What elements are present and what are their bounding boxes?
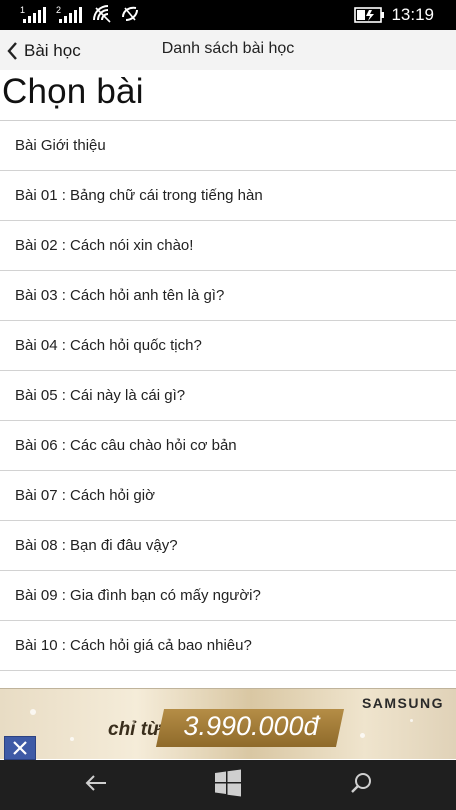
status-bar: 1 2 13:19 (0, 0, 456, 30)
list-item-lesson-10[interactable]: Bài 10 : Cách hỏi giá cả bao nhiêu? (0, 621, 456, 671)
lesson-label: Bài 04 : Cách hỏi quốc tịch? (15, 337, 202, 354)
lesson-label: Bài 02 : Cách nói xin chào! (15, 237, 194, 254)
lesson-label: Bài 03 : Cách hỏi anh tên là gì? (15, 287, 225, 304)
list-item-lesson-03[interactable]: Bài 03 : Cách hỏi anh tên là gì? (0, 271, 456, 321)
back-arrow-icon (84, 773, 108, 798)
ad-price-prefix: chỉ từ (108, 719, 161, 740)
search-icon (349, 771, 373, 800)
sim1-label: 1 (20, 5, 25, 15)
lesson-label: Bài 07 : Cách hỏi giờ (15, 487, 155, 504)
list-item-lesson-04[interactable]: Bài 04 : Cách hỏi quốc tịch? (0, 321, 456, 371)
ad-price: 3.990.000đ (183, 711, 319, 741)
signal-sim1-icon: 1 (20, 4, 48, 29)
header-bar: Bài học Danh sách bài học (0, 30, 456, 70)
nav-back-button[interactable] (66, 768, 126, 802)
ad-banner[interactable]: SAMSUNG chỉ từ 3.990.000đ (0, 688, 456, 759)
lesson-label: Bài 10 : Cách hỏi giá cả bao nhiêu? (15, 637, 252, 654)
signal-sim2-icon: 2 (56, 4, 84, 29)
lesson-label: Bài 05 : Cái này là cái gì? (15, 387, 186, 404)
ad-close-button[interactable] (4, 736, 36, 760)
system-nav-bar (0, 760, 456, 810)
list-item-lesson-02[interactable]: Bài 02 : Cách nói xin chào! (0, 221, 456, 271)
lesson-label: Bài 01 : Bảng chữ cái trong tiếng hàn (15, 187, 263, 204)
list-item-lesson-01[interactable]: Bài 01 : Bảng chữ cái trong tiếng hàn (0, 171, 456, 221)
list-item-lesson-06[interactable]: Bài 06 : Các câu chào hỏi cơ bản (0, 421, 456, 471)
ad-sparkle (30, 709, 36, 715)
ad-sparkle (360, 733, 365, 738)
ad-sparkle (410, 719, 413, 722)
lesson-label: Bài 06 : Các câu chào hỏi cơ bản (15, 437, 237, 454)
nav-start-button[interactable] (198, 768, 258, 802)
phone-screen: 1 2 13:19 Bài học Danh sách bài học Chọn… (0, 0, 456, 810)
clock-time: 13:19 (391, 5, 434, 24)
header-title: Danh sách bài học (161, 40, 295, 57)
list-item-lesson-08[interactable]: Bài 08 : Bạn đi đâu vậy? (0, 521, 456, 571)
list-item-lesson-05[interactable]: Bài 05 : Cái này là cái gì? (0, 371, 456, 421)
ad-sparkle (70, 737, 74, 741)
lesson-label: Bài 08 : Bạn đi đâu vậy? (15, 537, 178, 554)
lesson-label: Bài 09 : Gia đình bạn có mấy người? (15, 587, 261, 604)
wifi-icon (92, 4, 112, 29)
list-item-intro[interactable]: Bài Giới thiệu (0, 121, 456, 171)
sim2-label: 2 (56, 5, 61, 15)
list-item-lesson-09[interactable]: Bài 09 : Gia đình bạn có mấy người? (0, 571, 456, 621)
battery-charging-icon (354, 5, 386, 30)
nav-search-button[interactable] (331, 768, 391, 802)
data-icon (120, 4, 140, 29)
lesson-list: Bài Giới thiệu Bài 01 : Bảng chữ cái tro… (0, 121, 456, 671)
windows-logo-icon (214, 769, 242, 802)
list-item-lesson-07[interactable]: Bài 07 : Cách hỏi giờ (0, 471, 456, 521)
page-title: Chọn bài (2, 72, 144, 111)
ad-brand-logo: SAMSUNG (361, 695, 444, 711)
lesson-label: Bài Giới thiệu (15, 137, 106, 154)
